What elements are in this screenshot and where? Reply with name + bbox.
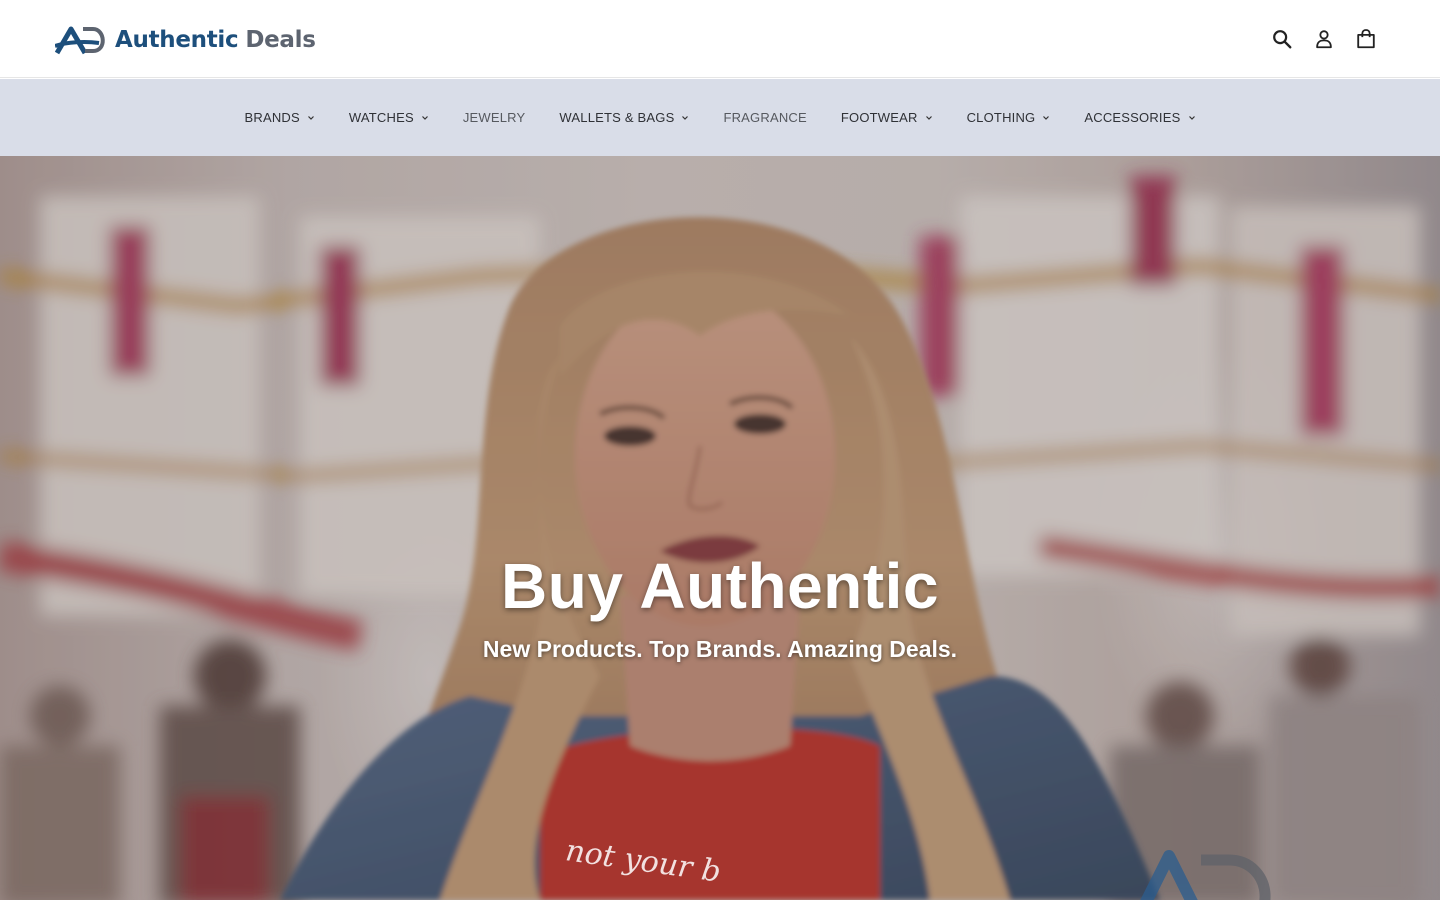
nav-item-label: FOOTWEAR (840, 109, 918, 125)
search-icon (1273, 30, 1292, 49)
nav-item-label: FRAGRANCE (723, 109, 807, 125)
nav-item-label: BRANDS (244, 109, 300, 125)
nav-item-label: ACCESSORIES (1084, 109, 1181, 125)
nav-item-label: WATCHES (348, 109, 414, 125)
nav-item-label: WALLETS & BAGS (559, 109, 675, 125)
logo-link[interactable]: Authentic Deals (55, 24, 316, 56)
hero-overlay (0, 156, 1440, 900)
account-button[interactable] (1312, 24, 1336, 54)
chevron-down-icon (1188, 115, 1195, 120)
logo-word-deals: Deals (245, 27, 316, 53)
nav-list: BRANDS WATCHES JEWELRY WALLETS & BAGS FR… (0, 79, 1440, 156)
header-icons (1270, 24, 1378, 54)
nav-item-footwear[interactable]: FOOTWEAR (824, 110, 950, 126)
chevron-down-icon (682, 115, 689, 120)
site-header: Authentic Deals (0, 0, 1440, 78)
nav-item-fragrance[interactable]: FRAGRANCE (706, 110, 823, 126)
hero-subtitle: New Products. Top Brands. Amazing Deals. (482, 636, 958, 662)
logo-word-authentic: Authentic (115, 27, 239, 53)
nav-item-watches[interactable]: WATCHES (332, 110, 446, 126)
watermark-logo-icon (1140, 850, 1271, 900)
hero-title: Buy Authentic (501, 550, 939, 622)
nav-item-jewelry[interactable]: JEWELRY (446, 110, 543, 126)
nav-item-brands[interactable]: BRANDS (228, 110, 332, 126)
nav-item-accessories[interactable]: ACCESSORIES (1067, 110, 1212, 126)
logo-wordmark: Authentic Deals (115, 25, 316, 55)
hero-banner[interactable]: Buy Authentic New Products. Top Brands. … (0, 156, 1440, 900)
logo-mark-icon (55, 26, 105, 55)
nav-item-wallets-bags[interactable]: WALLETS & BAGS (542, 110, 706, 126)
nav-item-label: JEWELRY (462, 109, 526, 125)
nav-item-label: CLOTHING (966, 109, 1036, 125)
cart-icon (1357, 29, 1375, 49)
main-nav: BRANDS WATCHES JEWELRY WALLETS & BAGS FR… (0, 79, 1440, 156)
cart-button[interactable] (1354, 24, 1378, 54)
account-icon (1316, 30, 1332, 49)
search-button[interactable] (1270, 24, 1294, 54)
chevron-down-icon (307, 115, 314, 120)
nav-item-clothing[interactable]: CLOTHING (950, 110, 1068, 126)
chevron-down-icon (925, 115, 932, 120)
chevron-down-icon (1043, 115, 1050, 120)
chevron-down-icon (421, 115, 428, 120)
